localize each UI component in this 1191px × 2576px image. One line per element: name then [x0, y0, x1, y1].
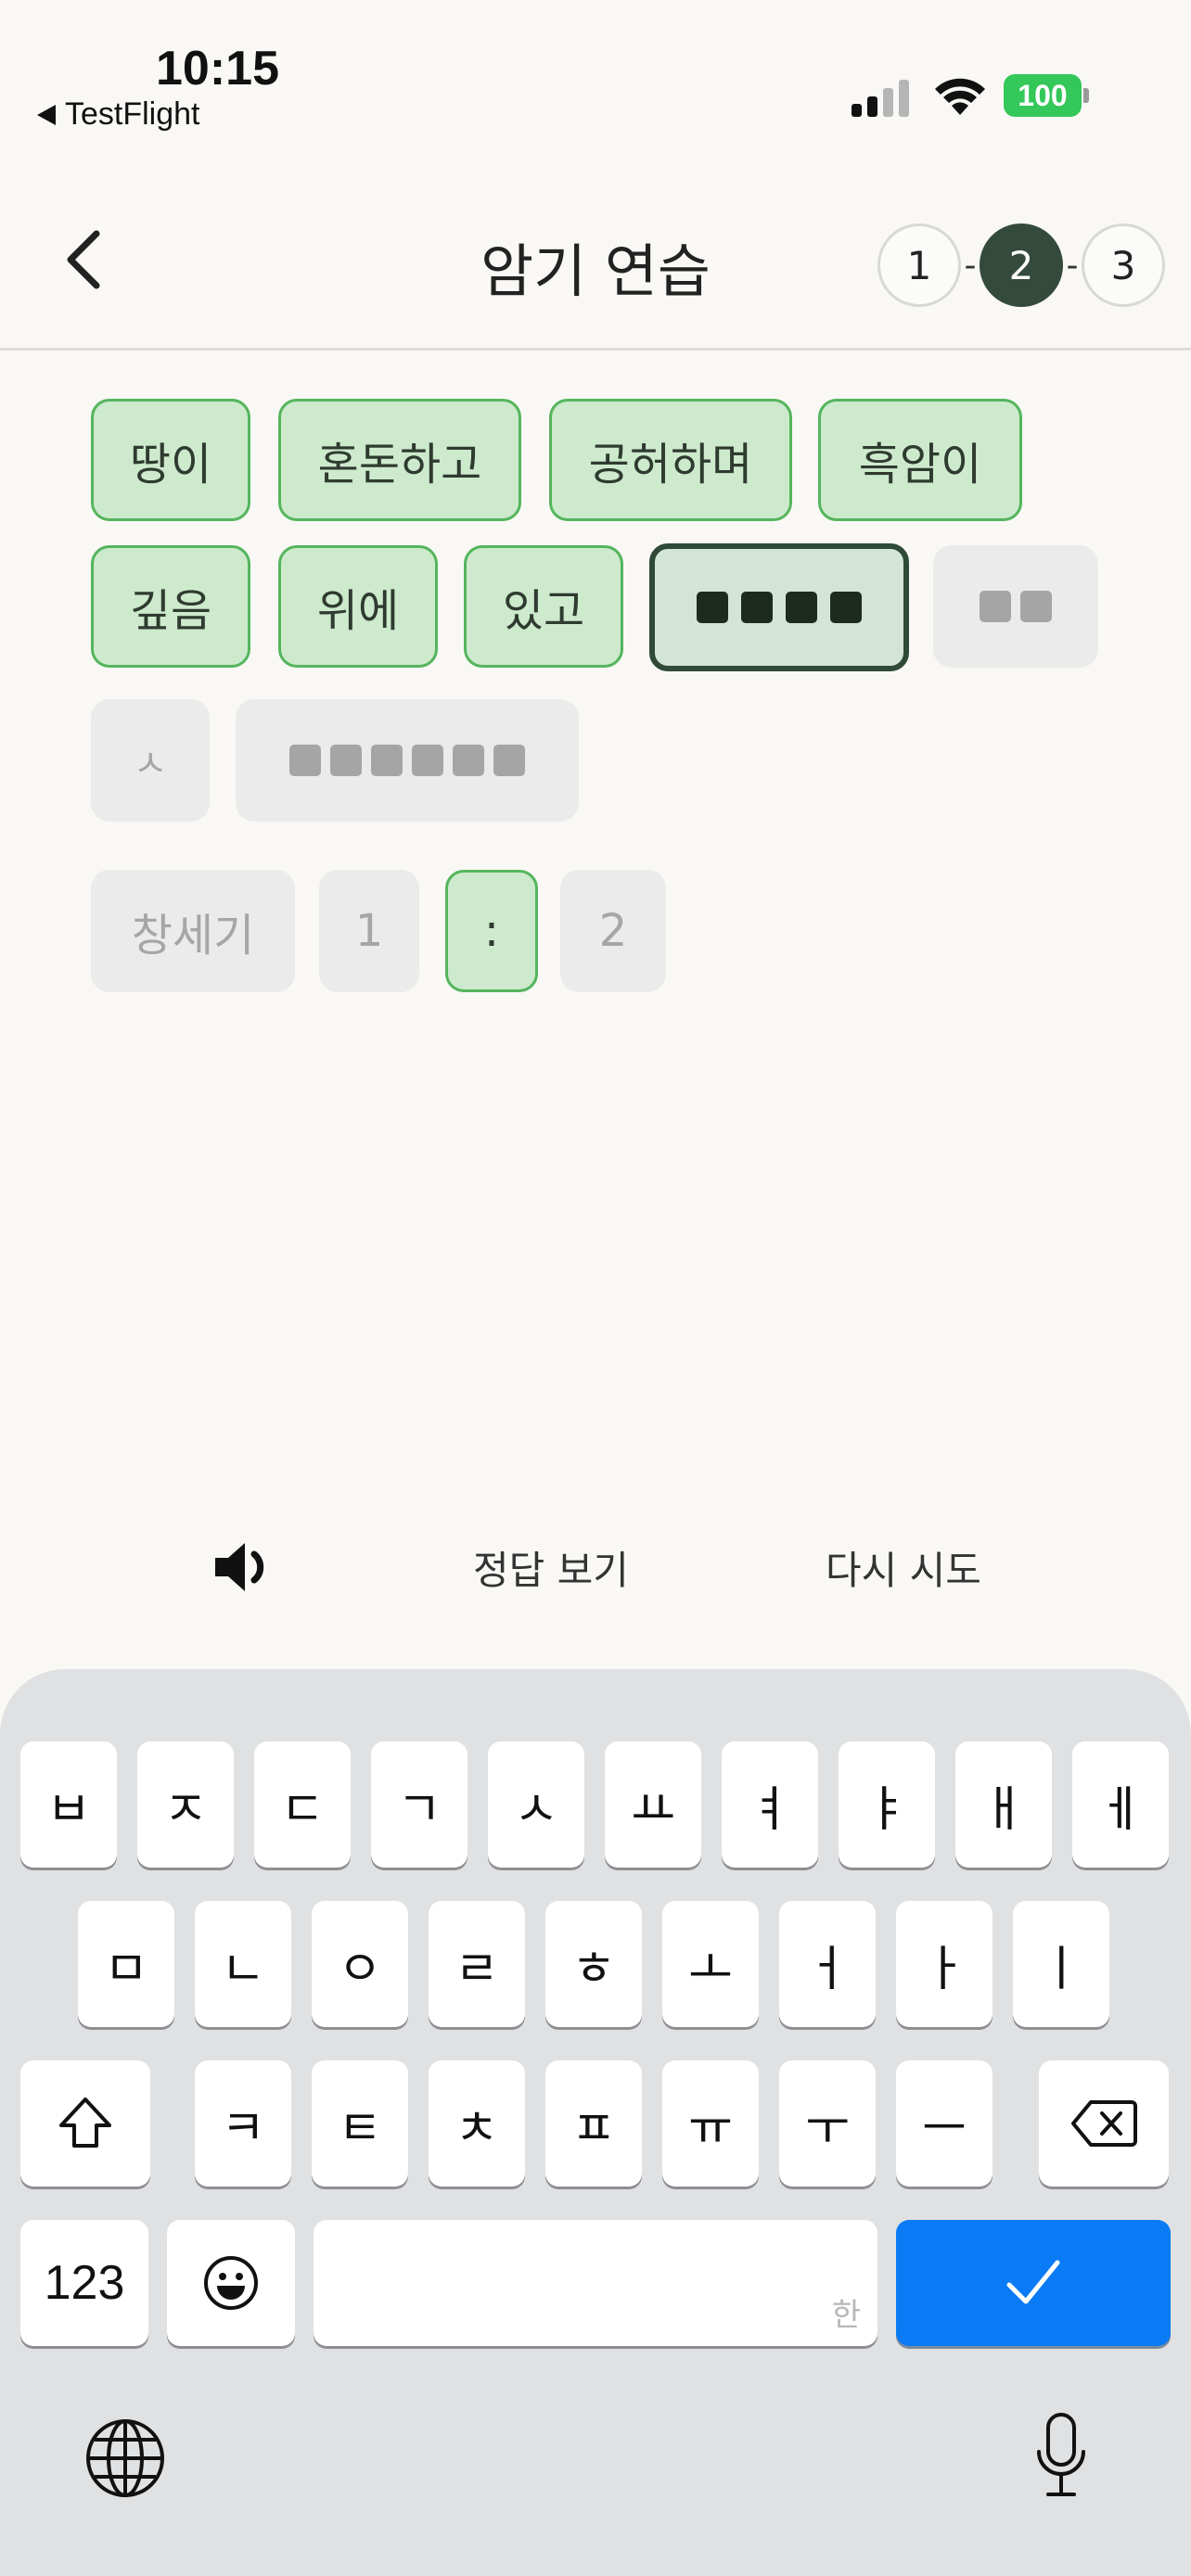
step-1[interactable]: 1: [877, 223, 961, 307]
key[interactable]: ㅌ: [312, 2060, 408, 2187]
step-2[interactable]: 2: [980, 223, 1063, 307]
backspace-key[interactable]: [1039, 2060, 1169, 2187]
key[interactable]: ㅅ: [488, 1741, 584, 1868]
status-time: 10:15: [156, 42, 279, 96]
key[interactable]: ㅎ: [545, 1901, 642, 2027]
key[interactable]: ㅓ: [779, 1901, 876, 2027]
back-triangle-icon: [37, 104, 56, 125]
key[interactable]: ㅁ: [78, 1901, 174, 2027]
key[interactable]: ㅛ: [605, 1741, 701, 1868]
key[interactable]: ㅗ: [662, 1901, 759, 2027]
pending-word-blank: [933, 545, 1098, 668]
word-chip[interactable]: 위에: [278, 545, 438, 668]
key[interactable]: ㄱ: [371, 1741, 467, 1868]
emoji-key[interactable]: [167, 2220, 295, 2346]
word-chip[interactable]: 있고: [464, 545, 623, 668]
globe-icon[interactable]: [83, 2417, 167, 2500]
key[interactable]: ㅇ: [312, 1901, 408, 2027]
space-language-hint: 한: [831, 2297, 861, 2334]
pending-word-blank: [236, 699, 579, 822]
key[interactable]: ㅣ: [1013, 1901, 1109, 2027]
key[interactable]: ㅐ: [955, 1741, 1052, 1868]
confirm-key[interactable]: [896, 2220, 1171, 2346]
key[interactable]: ㅜ: [779, 2060, 876, 2187]
word-chip[interactable]: 깊음: [91, 545, 250, 668]
numbers-key[interactable]: 123: [20, 2220, 148, 2346]
battery-icon: 100: [1004, 74, 1089, 117]
cellular-signal-icon: [852, 80, 909, 117]
step-separator: -: [1066, 246, 1079, 285]
battery-level: 100: [1004, 74, 1082, 117]
shift-icon: [59, 2098, 111, 2148]
hint-chip: ㅅ: [91, 699, 210, 822]
key[interactable]: ㅋ: [195, 2060, 291, 2187]
checkmark-icon: [1006, 2260, 1060, 2304]
key[interactable]: ㅍ: [545, 2060, 642, 2187]
step-separator: -: [964, 246, 977, 285]
korean-keyboard: ㅂ ㅈ ㄷ ㄱ ㅅ ㅛ ㅕ ㅑ ㅐ ㅔ ㅁ ㄴ ㅇ ㄹ ㅎ ㅗ ㅓ ㅏ ㅣ ㅋ …: [0, 1669, 1191, 2576]
back-to-testflight[interactable]: TestFlight: [37, 96, 200, 133]
numbers-key-label: 123: [44, 2256, 125, 2310]
show-answer-button[interactable]: 정답 보기: [473, 1539, 629, 1596]
key[interactable]: ㅡ: [896, 2060, 992, 2187]
retry-button[interactable]: 다시 시도: [826, 1539, 981, 1596]
step-3[interactable]: 3: [1082, 223, 1165, 307]
key[interactable]: ㅑ: [839, 1741, 935, 1868]
reference-book-chip: 창세기: [91, 870, 295, 992]
key[interactable]: ㅈ: [137, 1741, 234, 1868]
key[interactable]: ㄹ: [429, 1901, 525, 2027]
key[interactable]: ㅠ: [662, 2060, 759, 2187]
reference-separator-chip: :: [445, 870, 538, 992]
shift-key[interactable]: [20, 2060, 150, 2187]
word-chip[interactable]: 흑암이: [818, 399, 1022, 521]
action-row: 정답 보기 다시 시도: [0, 1521, 1191, 1613]
current-word-blank[interactable]: [649, 543, 909, 671]
key[interactable]: ㅏ: [896, 1901, 992, 2027]
speaker-icon[interactable]: [211, 1537, 276, 1597]
key[interactable]: ㅊ: [429, 2060, 525, 2187]
key[interactable]: ㅕ: [722, 1741, 818, 1868]
emoji-icon: [204, 2256, 258, 2310]
word-chip[interactable]: 혼돈하고: [278, 399, 521, 521]
reference-verse-chip: 2: [560, 870, 666, 992]
key[interactable]: ㄴ: [195, 1901, 291, 2027]
wifi-icon: [935, 78, 985, 115]
space-key[interactable]: 한: [314, 2220, 877, 2346]
microphone-icon[interactable]: [1035, 2411, 1087, 2500]
back-app-label: TestFlight: [65, 96, 200, 132]
reference-chapter-chip: 1: [319, 870, 419, 992]
word-chip[interactable]: 공허하며: [549, 399, 792, 521]
backspace-icon: [1071, 2100, 1137, 2147]
step-indicator: 1 - 2 - 3: [877, 223, 1165, 308]
status-bar: 10:15 TestFlight 100: [0, 0, 1191, 148]
key[interactable]: ㄷ: [254, 1741, 351, 1868]
key[interactable]: ㅔ: [1072, 1741, 1169, 1868]
key[interactable]: ㅂ: [20, 1741, 117, 1868]
nav-bar: 암기 연습 1 - 2 - 3: [0, 167, 1191, 351]
word-chip[interactable]: 땅이: [91, 399, 250, 521]
